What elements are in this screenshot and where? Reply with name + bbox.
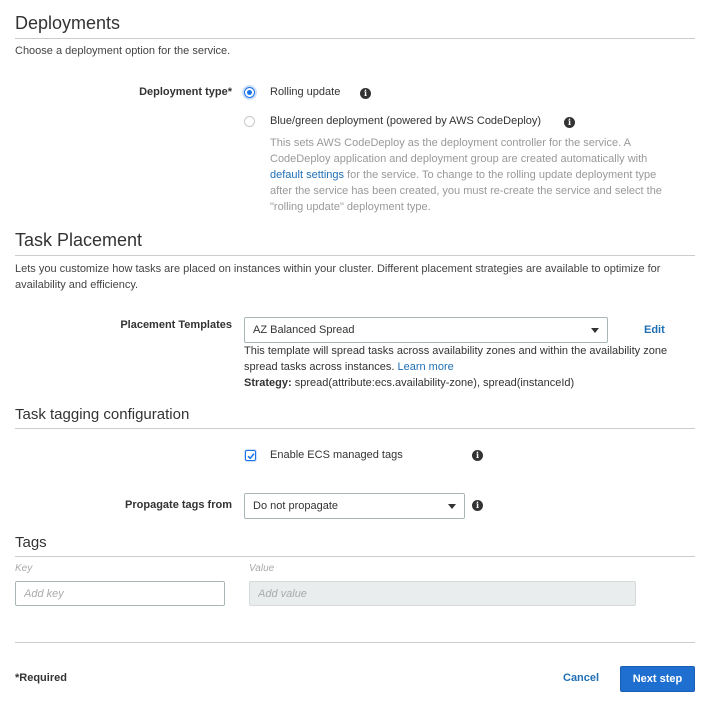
chevron-down-icon <box>448 504 456 509</box>
info-icon[interactable]: i <box>472 500 483 511</box>
deployments-divider <box>15 38 695 39</box>
template-help-body: This template will spread tasks across a… <box>244 345 668 373</box>
strategy-label: Strategy: <box>244 377 292 389</box>
info-icon[interactable]: i <box>564 117 575 128</box>
enable-ecs-tags-checkbox[interactable] <box>245 450 256 461</box>
tags-divider <box>15 556 695 557</box>
cancel-button[interactable]: Cancel <box>563 672 599 684</box>
learn-more-link[interactable]: Learn more <box>397 361 453 373</box>
value-column-header: Value <box>249 563 275 574</box>
template-help-text: This template will spread tasks across a… <box>244 343 684 375</box>
tag-key-input[interactable] <box>15 581 225 606</box>
deployments-title: Deployments <box>15 13 121 33</box>
tagging-title: Task tagging configuration <box>15 406 190 423</box>
strategy-value: spread(attribute:ecs.availability-zone),… <box>291 377 575 389</box>
rolling-update-label[interactable]: Rolling update <box>270 86 340 98</box>
info-icon[interactable]: i <box>472 450 483 461</box>
task-placement-description: Lets you customize how tasks are placed … <box>15 263 661 291</box>
default-settings-link[interactable]: default settings <box>270 169 344 181</box>
next-step-button[interactable]: Next step <box>620 666 695 692</box>
tagging-divider <box>15 428 695 429</box>
key-column-header: Key <box>15 563 33 574</box>
chevron-down-icon <box>591 328 599 333</box>
check-icon <box>247 453 255 460</box>
bluegreen-help-text: This sets AWS CodeDeploy as the deployme… <box>270 135 665 215</box>
deployments-description: Choose a deployment option for the servi… <box>15 45 231 57</box>
propagate-tags-label: Propagate tags from <box>125 499 232 511</box>
bluegreen-help-part1: This sets AWS CodeDeploy as the deployme… <box>270 137 648 165</box>
edit-template-link[interactable]: Edit <box>644 324 665 336</box>
rolling-update-radio[interactable] <box>244 87 255 98</box>
tags-title: Tags <box>15 534 47 551</box>
strategy-line: Strategy: spread(attribute:ecs.availabil… <box>244 375 574 391</box>
placement-template-value: AZ Balanced Spread <box>253 324 355 336</box>
bluegreen-label[interactable]: Blue/green deployment (powered by AWS Co… <box>270 115 541 127</box>
tag-value-input[interactable] <box>249 581 636 606</box>
footer-divider <box>15 642 695 643</box>
required-note: *Required <box>15 672 67 684</box>
enable-ecs-tags-label[interactable]: Enable ECS managed tags <box>270 449 403 461</box>
task-placement-title: Task Placement <box>15 230 143 250</box>
info-icon[interactable]: i <box>360 88 371 99</box>
placement-templates-label: Placement Templates <box>120 319 232 331</box>
placement-template-select[interactable]: AZ Balanced Spread <box>244 317 608 343</box>
bluegreen-radio[interactable] <box>244 116 255 127</box>
propagate-tags-value: Do not propagate <box>253 500 339 512</box>
propagate-tags-select[interactable]: Do not propagate <box>244 493 465 519</box>
task-placement-divider <box>15 255 695 256</box>
deployment-type-label: Deployment type* <box>139 86 232 98</box>
